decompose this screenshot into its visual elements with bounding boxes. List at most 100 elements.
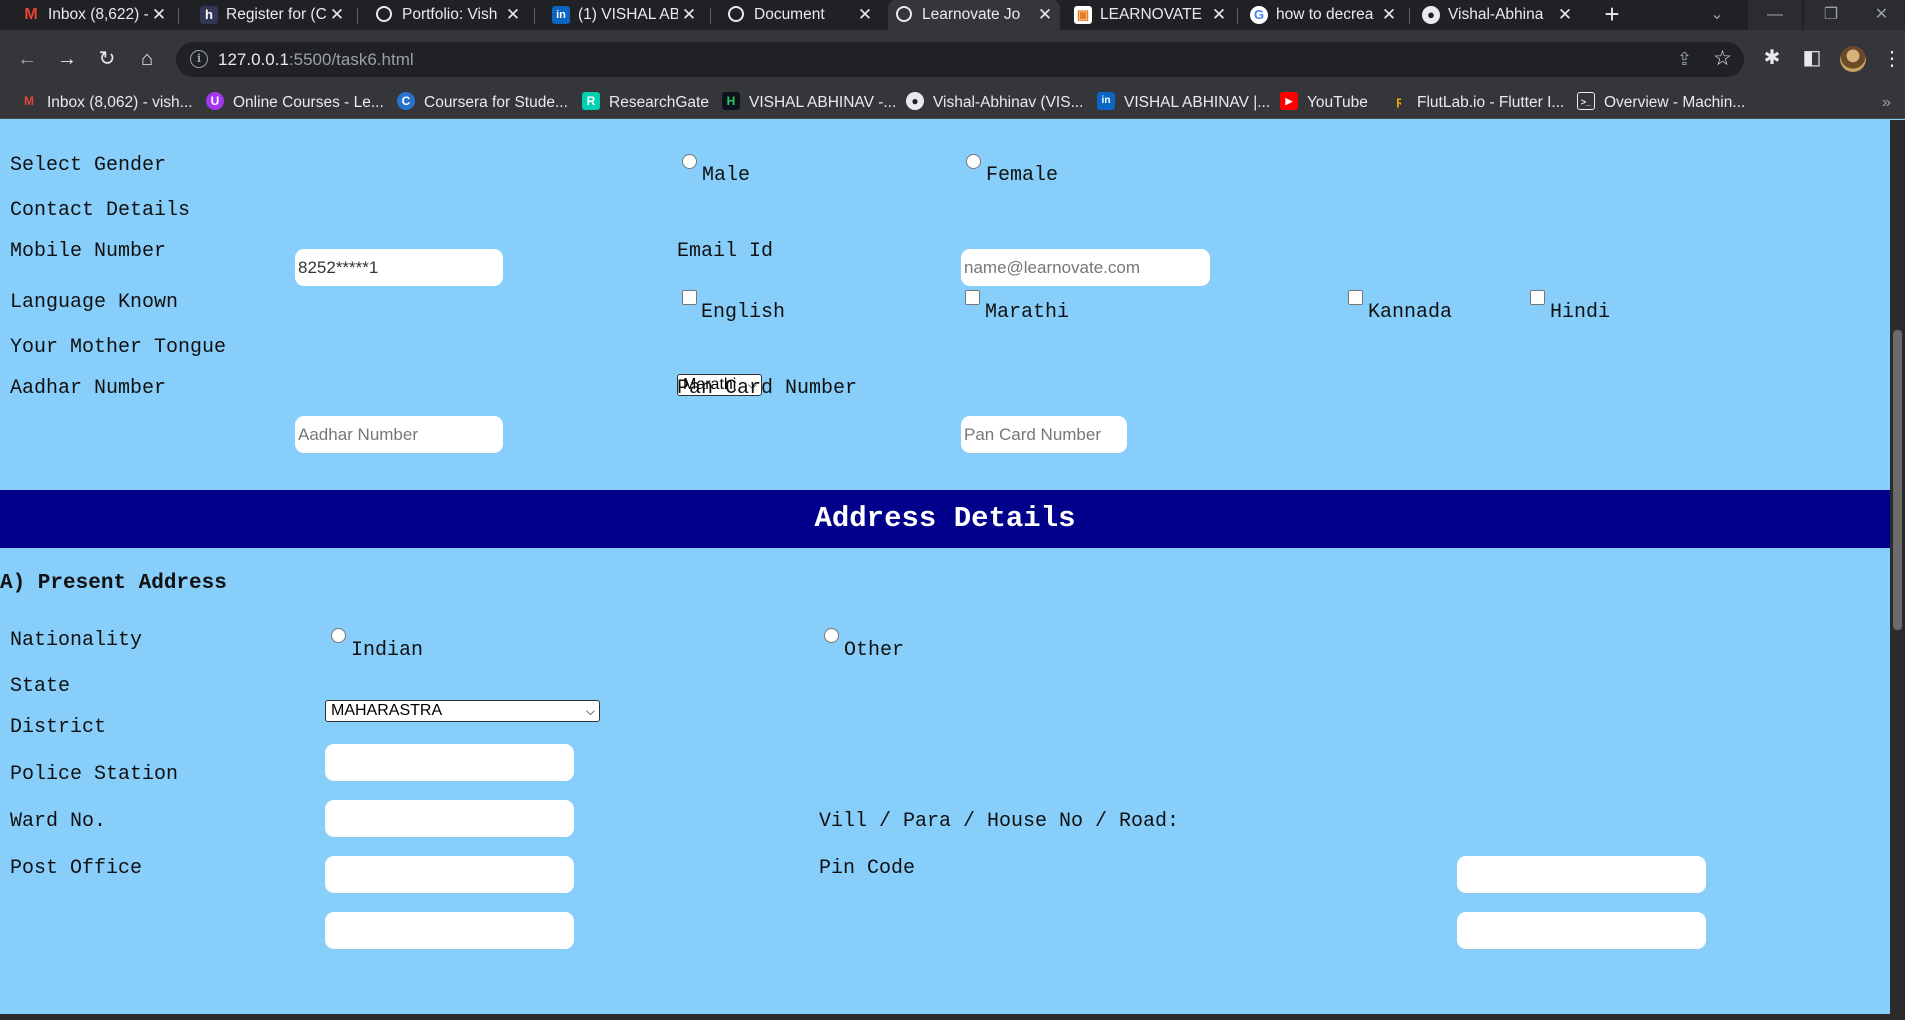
hindi-checkbox[interactable] <box>1530 290 1545 305</box>
close-icon[interactable]: ✕ <box>856 0 874 30</box>
nationality-indian-radio[interactable] <box>331 628 346 643</box>
state-selected: MAHARASTRA <box>331 702 443 719</box>
bookmark-label: FlutLab.io - Flutter I... <box>1417 94 1565 111</box>
globe-icon <box>376 6 392 22</box>
tab-title: Inbox (8,622) - <box>48 6 148 23</box>
console-icon: >_ <box>1577 92 1595 111</box>
bookmark-linkedin[interactable]: in VISHAL ABHINAV |... <box>1097 87 1270 119</box>
tab-document[interactable]: Document ✕ <box>720 0 880 30</box>
language-known-label: Language Known <box>10 291 179 314</box>
tab-search-chevron-icon[interactable]: ⌄ <box>1690 0 1744 30</box>
bookmark-label: Inbox (8,062) - vish... <box>47 94 193 111</box>
close-icon[interactable]: ✕ <box>504 0 522 30</box>
url-text: 127.0.0.1:5500/task6.html <box>218 42 414 77</box>
close-icon[interactable]: ✕ <box>1210 0 1228 30</box>
email-label: Email Id <box>677 240 774 263</box>
bookmark-coursera[interactable]: C Coursera for Stude... <box>397 87 568 119</box>
new-tab-button[interactable]: + <box>1598 0 1626 30</box>
page-scrollbar[interactable] <box>1890 120 1905 1020</box>
url-host: 127.0.0.1 <box>218 50 289 69</box>
github-icon: ● <box>1422 6 1440 24</box>
close-icon[interactable]: ✕ <box>328 0 346 30</box>
bookmark-star-icon[interactable]: ☆ <box>1713 46 1732 71</box>
home-button[interactable]: ⌂ <box>132 44 162 74</box>
form-page: Select Gender Male Female Contact Detail… <box>0 120 1890 1020</box>
bookmarks-overflow-icon[interactable]: » <box>1882 87 1891 119</box>
globe-icon <box>896 6 912 22</box>
reload-button[interactable]: ↻ <box>92 44 122 74</box>
tab-learnovate[interactable]: ▣ LEARNOVATE ✕ <box>1066 0 1234 30</box>
share-icon[interactable]: ⇪ <box>1677 49 1692 70</box>
bookmark-flutlab[interactable]: ϝ FlutLab.io - Flutter I... <box>1390 87 1564 119</box>
close-icon[interactable]: ✕ <box>1556 0 1574 30</box>
tab-portfolio[interactable]: Portfolio: Vish ✕ <box>368 0 528 30</box>
restore-button[interactable]: ❐ <box>1804 0 1858 30</box>
post-office-input[interactable] <box>325 912 574 949</box>
bookmark-label: Overview - Machin... <box>1604 94 1746 111</box>
hackerrank-icon: H <box>722 92 740 111</box>
close-icon[interactable]: ✕ <box>1380 0 1398 30</box>
tab-learnovate-jobs[interactable]: Learnovate Jo ✕ <box>888 0 1060 30</box>
bookmark-hackerrank[interactable]: H VISHAL ABHINAV -... <box>722 87 896 119</box>
tab-google-search[interactable]: G how to decrea ✕ <box>1242 0 1404 30</box>
aadhar-input[interactable]: Aadhar Number <box>295 416 503 453</box>
minimize-button[interactable]: — <box>1748 0 1802 30</box>
address-bar[interactable]: i 127.0.0.1:5500/task6.html ⇪ ☆ <box>176 42 1744 77</box>
bookmark-youtube[interactable]: ▶ YouTube <box>1280 87 1368 119</box>
info-icon[interactable]: i <box>190 50 208 68</box>
linkedin-icon: in <box>552 6 570 24</box>
tab-github[interactable]: ● Vishal-Abhina ✕ <box>1414 0 1580 30</box>
kannada-checkbox[interactable] <box>1348 290 1363 305</box>
police-station-label: Police Station <box>10 763 179 786</box>
district-label: District <box>10 716 107 739</box>
village-input[interactable] <box>1457 856 1706 893</box>
tab-separator <box>1409 8 1410 24</box>
close-icon[interactable]: ✕ <box>1036 0 1054 30</box>
email-input[interactable]: name@learnovate.com <box>961 249 1210 286</box>
close-icon[interactable]: ✕ <box>680 0 698 30</box>
gender-label: Select Gender <box>10 154 167 177</box>
tab-gmail[interactable]: M Inbox (8,622) - ✕ <box>14 0 174 30</box>
close-icon[interactable]: ✕ <box>150 0 168 30</box>
pan-input[interactable]: Pan Card Number <box>961 416 1127 453</box>
district-input[interactable] <box>325 744 574 781</box>
forward-button[interactable]: → <box>52 44 82 74</box>
tab-title: how to decrea <box>1276 6 1374 23</box>
gmail-icon: M <box>24 94 34 109</box>
bookmark-github[interactable]: ● Vishal-Abhinav (VIS... <box>906 87 1083 119</box>
menu-kebab-icon[interactable]: ⋮ <box>1882 44 1902 74</box>
gender-male-radio[interactable] <box>682 154 697 169</box>
english-label: English <box>701 301 786 324</box>
aadhar-label: Aadhar Number <box>10 377 167 400</box>
police-station-input[interactable] <box>325 800 574 837</box>
github-icon: ● <box>906 92 924 111</box>
coursera-icon: C <box>397 92 415 111</box>
tab-register[interactable]: h Register for (C ✕ <box>192 0 352 30</box>
bookmark-udemy[interactable]: U Online Courses - Le... <box>206 87 384 119</box>
url-path: :5500/task6.html <box>288 50 414 69</box>
bookmark-overview[interactable]: >_ Overview - Machin... <box>1577 87 1745 119</box>
ward-label: Ward No. <box>10 810 107 833</box>
pin-code-input[interactable] <box>1457 912 1706 949</box>
state-select[interactable]: MAHARASTRA ⌵ <box>325 700 600 722</box>
back-button[interactable]: ← <box>12 44 42 74</box>
scrollbar-thumb[interactable] <box>1893 330 1902 630</box>
bookmark-researchgate[interactable]: R ResearchGate <box>582 87 709 119</box>
ward-input[interactable] <box>325 856 574 893</box>
side-panel-icon[interactable]: ◧ <box>1799 45 1825 71</box>
english-checkbox[interactable] <box>682 290 697 305</box>
present-address-heading: A) Present Address <box>0 572 227 595</box>
close-window-button[interactable]: ✕ <box>1858 0 1905 30</box>
extensions-puzzle-icon[interactable]: ✱ <box>1759 45 1785 71</box>
nationality-label: Nationality <box>10 629 143 652</box>
nationality-other-radio[interactable] <box>824 628 839 643</box>
bookmark-inbox[interactable]: M Inbox (8,062) - vish... <box>20 87 193 119</box>
profile-avatar[interactable] <box>1840 46 1866 72</box>
marathi-checkbox[interactable] <box>965 290 980 305</box>
address-details-banner: Address Details <box>0 490 1890 548</box>
gender-female-radio[interactable] <box>966 154 981 169</box>
hackerearth-icon: h <box>200 6 218 24</box>
gender-male-label: Male <box>702 164 751 187</box>
tab-linkedin[interactable]: in (1) VISHAL AB ✕ <box>544 0 704 30</box>
mobile-input[interactable]: 8252*****1 <box>295 249 503 286</box>
